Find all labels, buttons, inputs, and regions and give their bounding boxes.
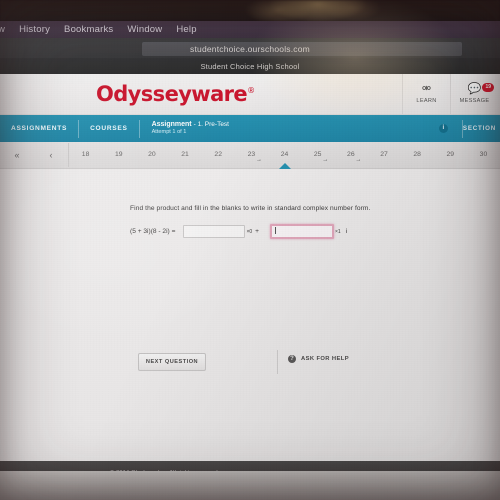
address-bar-url[interactable]: studentchoice.ourschools.com (0, 40, 500, 58)
pager-number-19[interactable]: 19 (102, 142, 135, 168)
pager-number-20[interactable]: 20 (135, 142, 168, 168)
pager-number-label: 29 (446, 151, 455, 158)
monitor-bezel-bottom (0, 471, 500, 500)
next-question-button[interactable]: NEXT QUESTION (138, 353, 206, 371)
pager-number-label: 30 (479, 151, 488, 158)
web-page: Odysseyware® ⚮ LEARN 💬 MESSAGE 19 ASSIGN… (0, 74, 500, 500)
pager-number-label: 21 (181, 151, 189, 158)
pager-number-label: 23 (247, 151, 256, 158)
pager-number-25[interactable]: 25 → (301, 142, 334, 168)
nav-assignments[interactable]: ASSIGNMENTS (0, 125, 78, 132)
pager-number-18[interactable]: 18 (69, 142, 102, 168)
help-icon: ? (288, 355, 296, 363)
learn-button[interactable]: ⚮ LEARN (402, 74, 450, 114)
nav-section[interactable]: SECTION (463, 125, 500, 132)
answer-input-imaginary[interactable] (270, 224, 335, 239)
os-menu-bar: w History Bookmarks Window Help (0, 21, 500, 38)
lightbulb-icon: ⚮ (421, 83, 432, 95)
superscript-marker-2: ×1 (335, 228, 341, 235)
question-pagination: « ‹ 18 19 20 21 22 23 → 24 25 → 26 → 27 28 29 30 (0, 142, 500, 169)
logo-registered-mark: ® (247, 86, 255, 95)
pager-number-29[interactable]: 29 (434, 142, 467, 168)
pager-number-22[interactable]: 22 (202, 142, 235, 168)
pager-number-label: 18 (81, 151, 90, 158)
assignment-attempt: Attempt 1 of 1 (151, 129, 187, 136)
assignment-info: Assignment - 1. Pre-Test Attempt 1 of 1 (140, 121, 229, 137)
pager-number-28[interactable]: 28 (401, 142, 434, 168)
ask-for-help-button[interactable]: ? ASK FOR HELP (288, 355, 349, 363)
pager-number-list: 18 19 20 21 22 23 → 24 25 → 26 → 27 28 29 30 (69, 142, 500, 169)
menu-window[interactable]: Window (120, 24, 169, 35)
primary-nav-bar: ASSIGNMENTS COURSES Assignment - 1. Pre-… (0, 115, 500, 142)
question-content: Find the product and fill in the blanks … (0, 169, 500, 461)
pager-number-label: 26 (347, 151, 355, 158)
odysseyware-logo[interactable]: Odysseyware® (96, 82, 255, 106)
operator-plus: + (255, 228, 260, 235)
assignment-name: - 1. Pre-Test (193, 120, 229, 128)
menu-bookmarks[interactable]: Bookmarks (57, 24, 120, 35)
assignment-label: Assignment (151, 120, 192, 128)
pager-first-icon[interactable]: « (0, 150, 34, 160)
message-button[interactable]: 💬 MESSAGE 19 (450, 74, 498, 114)
pager-number-label: 28 (413, 151, 421, 158)
imaginary-unit-label: i (345, 228, 348, 235)
question-prompt: Find the product and fill in the blanks … (130, 205, 371, 212)
pager-number-label: 27 (380, 151, 388, 158)
menu-view-clipped[interactable]: w (0, 24, 12, 35)
nav-right-group: i SECTION (425, 115, 500, 142)
pager-number-label: 24 (280, 151, 289, 158)
info-icon[interactable]: i (438, 124, 448, 133)
pager-number-label: 25 (313, 151, 322, 158)
learn-button-label: LEARN (416, 98, 437, 104)
site-header: Odysseyware® ⚮ LEARN 💬 MESSAGE 19 (0, 74, 500, 115)
pager-number-label: 19 (114, 151, 123, 158)
superscript-marker-1: ×0 (246, 228, 253, 235)
math-expression: (5 + 3i)(8 - 2i) = (130, 228, 176, 235)
logo-text: Odysseyware (96, 82, 248, 106)
answer-row: (5 + 3i)(8 - 2i) = ×0 + ×1 i (130, 224, 347, 239)
pager-prev-icon[interactable]: ‹ (34, 150, 68, 160)
action-row: NEXT QUESTION ? ASK FOR HELP (0, 350, 500, 379)
nav-courses[interactable]: COURSES (79, 125, 139, 132)
assignment-title: Assignment - 1. Pre-Test (152, 121, 229, 130)
menu-history[interactable]: History (12, 24, 57, 35)
pager-number-23[interactable]: 23 → (235, 142, 268, 168)
header-actions: ⚮ LEARN 💬 MESSAGE 19 (402, 74, 498, 114)
browser-tab-title[interactable]: Student Choice High School (0, 58, 500, 74)
pager-number-30[interactable]: 30 (467, 142, 500, 168)
pager-number-label: 22 (214, 151, 222, 158)
pager-number-label: 20 (148, 151, 156, 158)
ask-for-help-label: ASK FOR HELP (301, 356, 349, 362)
speech-bubble-icon: 💬 (467, 83, 482, 95)
text-caret (275, 227, 277, 234)
message-button-label: MESSAGE (459, 98, 490, 104)
message-count-badge: 19 (482, 83, 494, 92)
pager-number-27[interactable]: 27 (367, 142, 400, 168)
pager-number-24[interactable]: 24 (268, 142, 301, 169)
pager-number-26[interactable]: 26 → (334, 142, 367, 168)
action-divider (277, 350, 278, 374)
pager-number-21[interactable]: 21 (168, 142, 201, 168)
answer-input-real[interactable] (183, 225, 246, 238)
room-background-blur (0, 0, 500, 22)
menu-help[interactable]: Help (169, 24, 203, 35)
